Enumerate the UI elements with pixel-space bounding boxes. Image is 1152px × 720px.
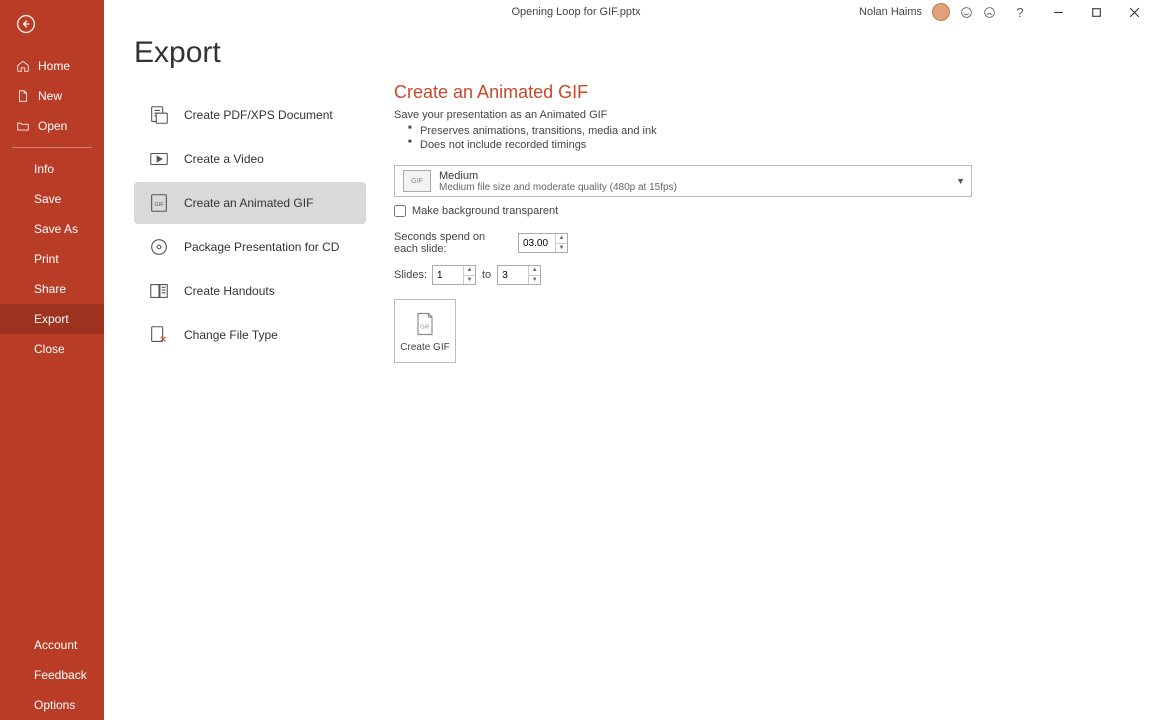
sidebar-item-close[interactable]: Close (0, 334, 104, 364)
create-gif-button[interactable]: GIF Create GIF (394, 299, 456, 363)
export-option-video[interactable]: Create a Video (134, 138, 366, 180)
slides-to-label: to (482, 269, 491, 281)
sidebar-label: Options (34, 698, 75, 712)
export-option-label: Create an Animated GIF (184, 196, 313, 210)
handouts-icon (148, 280, 170, 302)
spinner-up-icon[interactable]: ▲ (555, 234, 567, 243)
avatar[interactable] (932, 3, 950, 21)
svg-text:GIF: GIF (154, 202, 164, 208)
export-option-label: Package Presentation for CD (184, 240, 339, 254)
sidebar-item-info[interactable]: Info (0, 154, 104, 184)
gif-file-icon: GIF (411, 310, 439, 338)
quality-title: Medium (439, 170, 677, 182)
sidebar-label: Print (34, 252, 59, 266)
video-icon (148, 148, 170, 170)
titlebar: Opening Loop for GIF.pptx Nolan Haims ? (104, 0, 1152, 24)
sidebar-item-print[interactable]: Print (0, 244, 104, 274)
seconds-label: Seconds spend on each slide: (394, 231, 512, 255)
smile-face-icon[interactable] (960, 6, 973, 19)
change-type-icon (148, 324, 170, 346)
slides-label: Slides: (394, 269, 426, 281)
divider (12, 147, 92, 148)
frown-face-icon[interactable] (983, 6, 996, 19)
sidebar-item-home[interactable]: Home (0, 51, 104, 81)
sidebar-item-save[interactable]: Save (0, 184, 104, 214)
export-option-cd[interactable]: Package Presentation for CD (134, 226, 366, 268)
panel-heading: Create an Animated GIF (394, 82, 1124, 103)
sidebar-label: Account (34, 638, 77, 652)
sidebar-label: Share (34, 282, 66, 296)
cd-icon (148, 236, 170, 258)
pdf-icon (148, 104, 170, 126)
export-option-gif[interactable]: GIF Create an Animated GIF (134, 182, 366, 224)
close-button[interactable] (1120, 2, 1148, 22)
export-option-label: Create a Video (184, 152, 264, 166)
svg-text:GIF: GIF (420, 324, 430, 330)
sidebar-label: Info (34, 162, 54, 176)
quality-icon: GIF (403, 170, 431, 192)
maximize-button[interactable] (1082, 2, 1110, 22)
sidebar-label: Home (38, 59, 70, 73)
export-option-pdf[interactable]: Create PDF/XPS Document (134, 94, 366, 136)
minimize-button[interactable] (1044, 2, 1072, 22)
gif-icon: GIF (148, 192, 170, 214)
spinner-down-icon[interactable]: ▼ (463, 275, 475, 285)
help-button[interactable]: ? (1006, 2, 1034, 22)
sidebar-label: Close (34, 342, 65, 356)
transparent-label: Make background transparent (412, 205, 558, 217)
back-button[interactable] (0, 0, 104, 51)
spinner-up-icon[interactable]: ▲ (528, 266, 540, 275)
sidebar-label: Open (38, 119, 67, 133)
backstage-sidebar: Home New Open Info Save Save As Print Sh… (0, 0, 104, 720)
panel-subtitle: Save your presentation as an Animated GI… (394, 109, 1124, 121)
export-option-label: Create Handouts (184, 284, 275, 298)
spinner-up-icon[interactable]: ▲ (463, 266, 475, 275)
quality-detail: Medium file size and moderate quality (4… (439, 182, 677, 193)
sidebar-label: New (38, 89, 62, 103)
sidebar-item-share[interactable]: Share (0, 274, 104, 304)
create-gif-label: Create GIF (400, 342, 449, 353)
page-title: Export (134, 36, 366, 70)
sidebar-item-save-as[interactable]: Save As (0, 214, 104, 244)
export-option-label: Change File Type (184, 328, 278, 342)
user-name[interactable]: Nolan Haims (859, 6, 922, 18)
sidebar-item-open[interactable]: Open (0, 111, 104, 141)
export-option-label: Create PDF/XPS Document (184, 108, 333, 122)
sidebar-item-export[interactable]: Export (0, 304, 104, 334)
sidebar-item-new[interactable]: New (0, 81, 104, 111)
sidebar-item-options[interactable]: Options (0, 690, 104, 720)
sidebar-item-feedback[interactable]: Feedback (0, 660, 104, 690)
transparent-checkbox[interactable] (394, 205, 406, 217)
sidebar-label: Save (34, 192, 61, 206)
open-folder-icon (16, 119, 30, 133)
panel-bullet: Does not include recorded timings (408, 139, 1124, 151)
export-option-filetype[interactable]: Change File Type (134, 314, 366, 356)
new-doc-icon (16, 89, 30, 103)
sidebar-label: Export (34, 312, 69, 326)
back-arrow-icon (16, 14, 36, 34)
chevron-down-icon: ▼ (956, 176, 965, 186)
spinner-down-icon[interactable]: ▼ (528, 275, 540, 285)
document-title: Opening Loop for GIF.pptx (511, 6, 640, 18)
panel-bullet: Preserves animations, transitions, media… (408, 125, 1124, 137)
sidebar-label: Save As (34, 222, 78, 236)
export-option-handouts[interactable]: Create Handouts (134, 270, 366, 312)
home-icon (16, 59, 30, 73)
quality-dropdown[interactable]: GIF Medium Medium file size and moderate… (394, 165, 972, 197)
spinner-down-icon[interactable]: ▼ (555, 243, 567, 253)
sidebar-item-account[interactable]: Account (0, 630, 104, 660)
sidebar-label: Feedback (34, 668, 87, 682)
